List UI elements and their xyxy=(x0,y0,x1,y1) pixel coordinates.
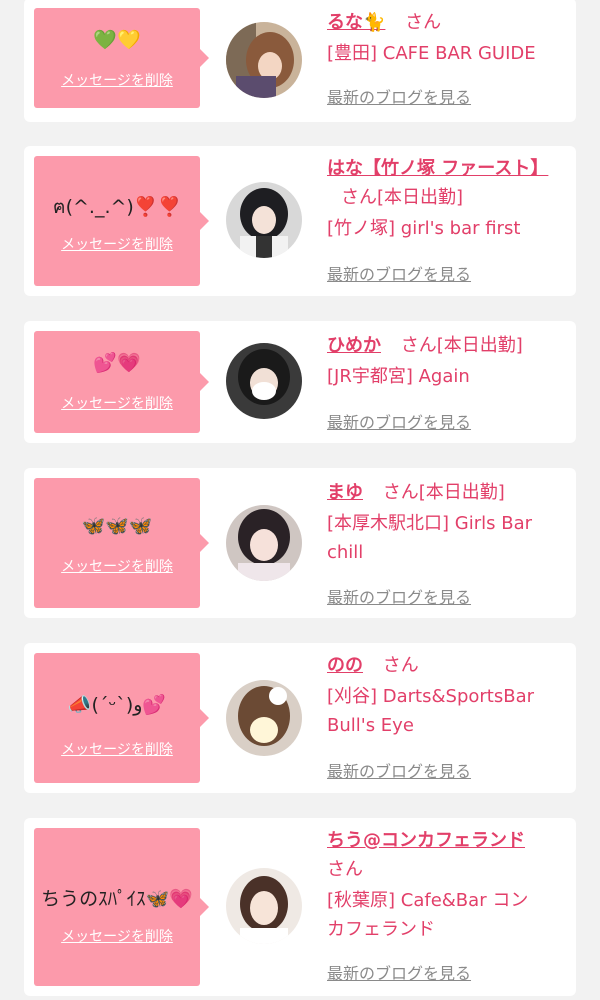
message-bubble: 💕💗 メッセージを削除 xyxy=(34,331,209,433)
message-bubble: 📣(ˊᵕˋ)و💕 メッセージを削除 xyxy=(34,653,209,783)
girl-name-link[interactable]: ちう@コンカフェランド xyxy=(327,830,525,851)
shop-name-cont: カフェランド xyxy=(327,919,435,940)
shop-name: [竹ノ塚] girl's bar first xyxy=(327,218,521,239)
girl-name-link[interactable]: はな【竹ノ塚 ファースト】 xyxy=(327,158,548,179)
message-emoji: 💚💛 xyxy=(93,29,141,51)
message-emoji: 🦋🦋🦋 xyxy=(81,515,153,537)
shop-name: [豊田] CAFE BAR GUIDE xyxy=(327,43,536,64)
girl-name-link[interactable]: まゆ xyxy=(327,482,363,503)
san-suffix: さん xyxy=(341,187,377,208)
girl-name-link[interactable]: のの xyxy=(327,655,363,676)
delete-message-link[interactable]: メッセージを削除 xyxy=(34,926,200,946)
status-badge: [本日出勤] xyxy=(418,482,505,503)
message-emoji: ちうのｽﾊﾟｲｽ🦋💗 xyxy=(41,888,193,910)
shop-name: [JR宇都宮] Again xyxy=(327,366,470,387)
latest-blog-link[interactable]: 最新のブログを見る xyxy=(327,584,471,608)
message-bubble: ちうのｽﾊﾟｲｽ🦋💗 メッセージを削除 xyxy=(34,828,209,986)
message-emoji: 📣(ˊᵕˋ)و💕 xyxy=(67,694,167,716)
girl-info: はな【竹ノ塚 ファースト】 さん[本日出勤] [竹ノ塚] girl's bar … xyxy=(327,154,567,243)
san-suffix: さん xyxy=(382,482,419,503)
girl-info: ひめか さん[本日出勤] [JR宇都宮] Again xyxy=(327,331,567,391)
san-suffix: さん xyxy=(382,655,419,676)
avatar[interactable] xyxy=(226,868,302,944)
girl-card: 🦋🦋🦋 メッセージを削除 まゆ さん[本日出勤] [本厚木駅北口] Girls … xyxy=(24,468,576,618)
latest-blog-link[interactable]: 最新のブログを見る xyxy=(327,409,471,433)
girl-card: ちうのｽﾊﾟｲｽ🦋💗 メッセージを削除 ちう@コンカフェランド さん [秋葉原]… xyxy=(24,818,576,996)
girl-card: ฅ(^._.^)❣️❣️ メッセージを削除 はな【竹ノ塚 ファースト】 さん[本… xyxy=(24,146,576,296)
latest-blog-link[interactable]: 最新のブログを見る xyxy=(327,261,471,285)
girl-card: 💕💗 メッセージを削除 ひめか さん[本日出勤] [JR宇都宮] Again 最… xyxy=(24,321,576,443)
delete-message-link[interactable]: メッセージを削除 xyxy=(34,234,200,254)
latest-blog-link[interactable]: 最新のブログを見る xyxy=(327,960,471,984)
delete-message-link[interactable]: メッセージを削除 xyxy=(34,393,200,413)
shop-name: [刈谷] Darts&SportsBar xyxy=(327,686,535,707)
message-bubble: 💚💛 メッセージを削除 xyxy=(34,8,209,108)
girl-name-link[interactable]: ひめか xyxy=(327,335,381,356)
avatar[interactable] xyxy=(226,680,302,756)
message-emoji: 💕💗 xyxy=(93,352,141,374)
san-suffix: さん xyxy=(400,335,437,356)
girl-info: まゆ さん[本日出勤] [本厚木駅北口] Girls Bar chill xyxy=(327,478,567,567)
delete-message-link[interactable]: メッセージを削除 xyxy=(34,70,200,90)
shop-name: [本厚木駅北口] Girls Bar xyxy=(327,513,532,534)
status-badge: [本日出勤] xyxy=(377,187,464,208)
message-emoji: ฅ(^._.^)❣️❣️ xyxy=(52,196,182,218)
avatar[interactable] xyxy=(226,22,302,98)
shop-name-cont: chill xyxy=(327,542,364,563)
girl-card: 💚💛 メッセージを削除 るな🐈 さん [豊田] CAFE BAR GUIDE 最… xyxy=(24,0,576,122)
message-bubble: 🦋🦋🦋 メッセージを削除 xyxy=(34,478,209,608)
girl-card: 📣(ˊᵕˋ)و💕 メッセージを削除 のの さん [刈谷] Darts&Sport… xyxy=(24,643,576,793)
latest-blog-link[interactable]: 最新のブログを見る xyxy=(327,84,471,108)
shop-name: [秋葉原] Cafe&Bar コン xyxy=(327,890,529,911)
avatar[interactable] xyxy=(226,505,302,581)
shop-name-cont: Bull's Eye xyxy=(327,715,414,736)
delete-message-link[interactable]: メッセージを削除 xyxy=(34,556,200,576)
latest-blog-link[interactable]: 最新のブログを見る xyxy=(327,758,471,782)
girl-info: のの さん [刈谷] Darts&SportsBar Bull's Eye xyxy=(327,651,567,740)
message-bubble: ฅ(^._.^)❣️❣️ メッセージを削除 xyxy=(34,156,209,286)
status-badge: [本日出勤] xyxy=(436,335,523,356)
avatar[interactable] xyxy=(226,182,302,258)
girl-info: るな🐈 さん [豊田] CAFE BAR GUIDE xyxy=(327,8,567,68)
girl-name-link[interactable]: るな🐈 xyxy=(327,12,385,33)
san-suffix: さん xyxy=(405,12,442,33)
san-suffix: さん xyxy=(327,859,363,880)
avatar[interactable] xyxy=(226,343,302,419)
delete-message-link[interactable]: メッセージを削除 xyxy=(34,739,200,759)
girl-info: ちう@コンカフェランド さん [秋葉原] Cafe&Bar コン カフェランド xyxy=(327,826,567,944)
